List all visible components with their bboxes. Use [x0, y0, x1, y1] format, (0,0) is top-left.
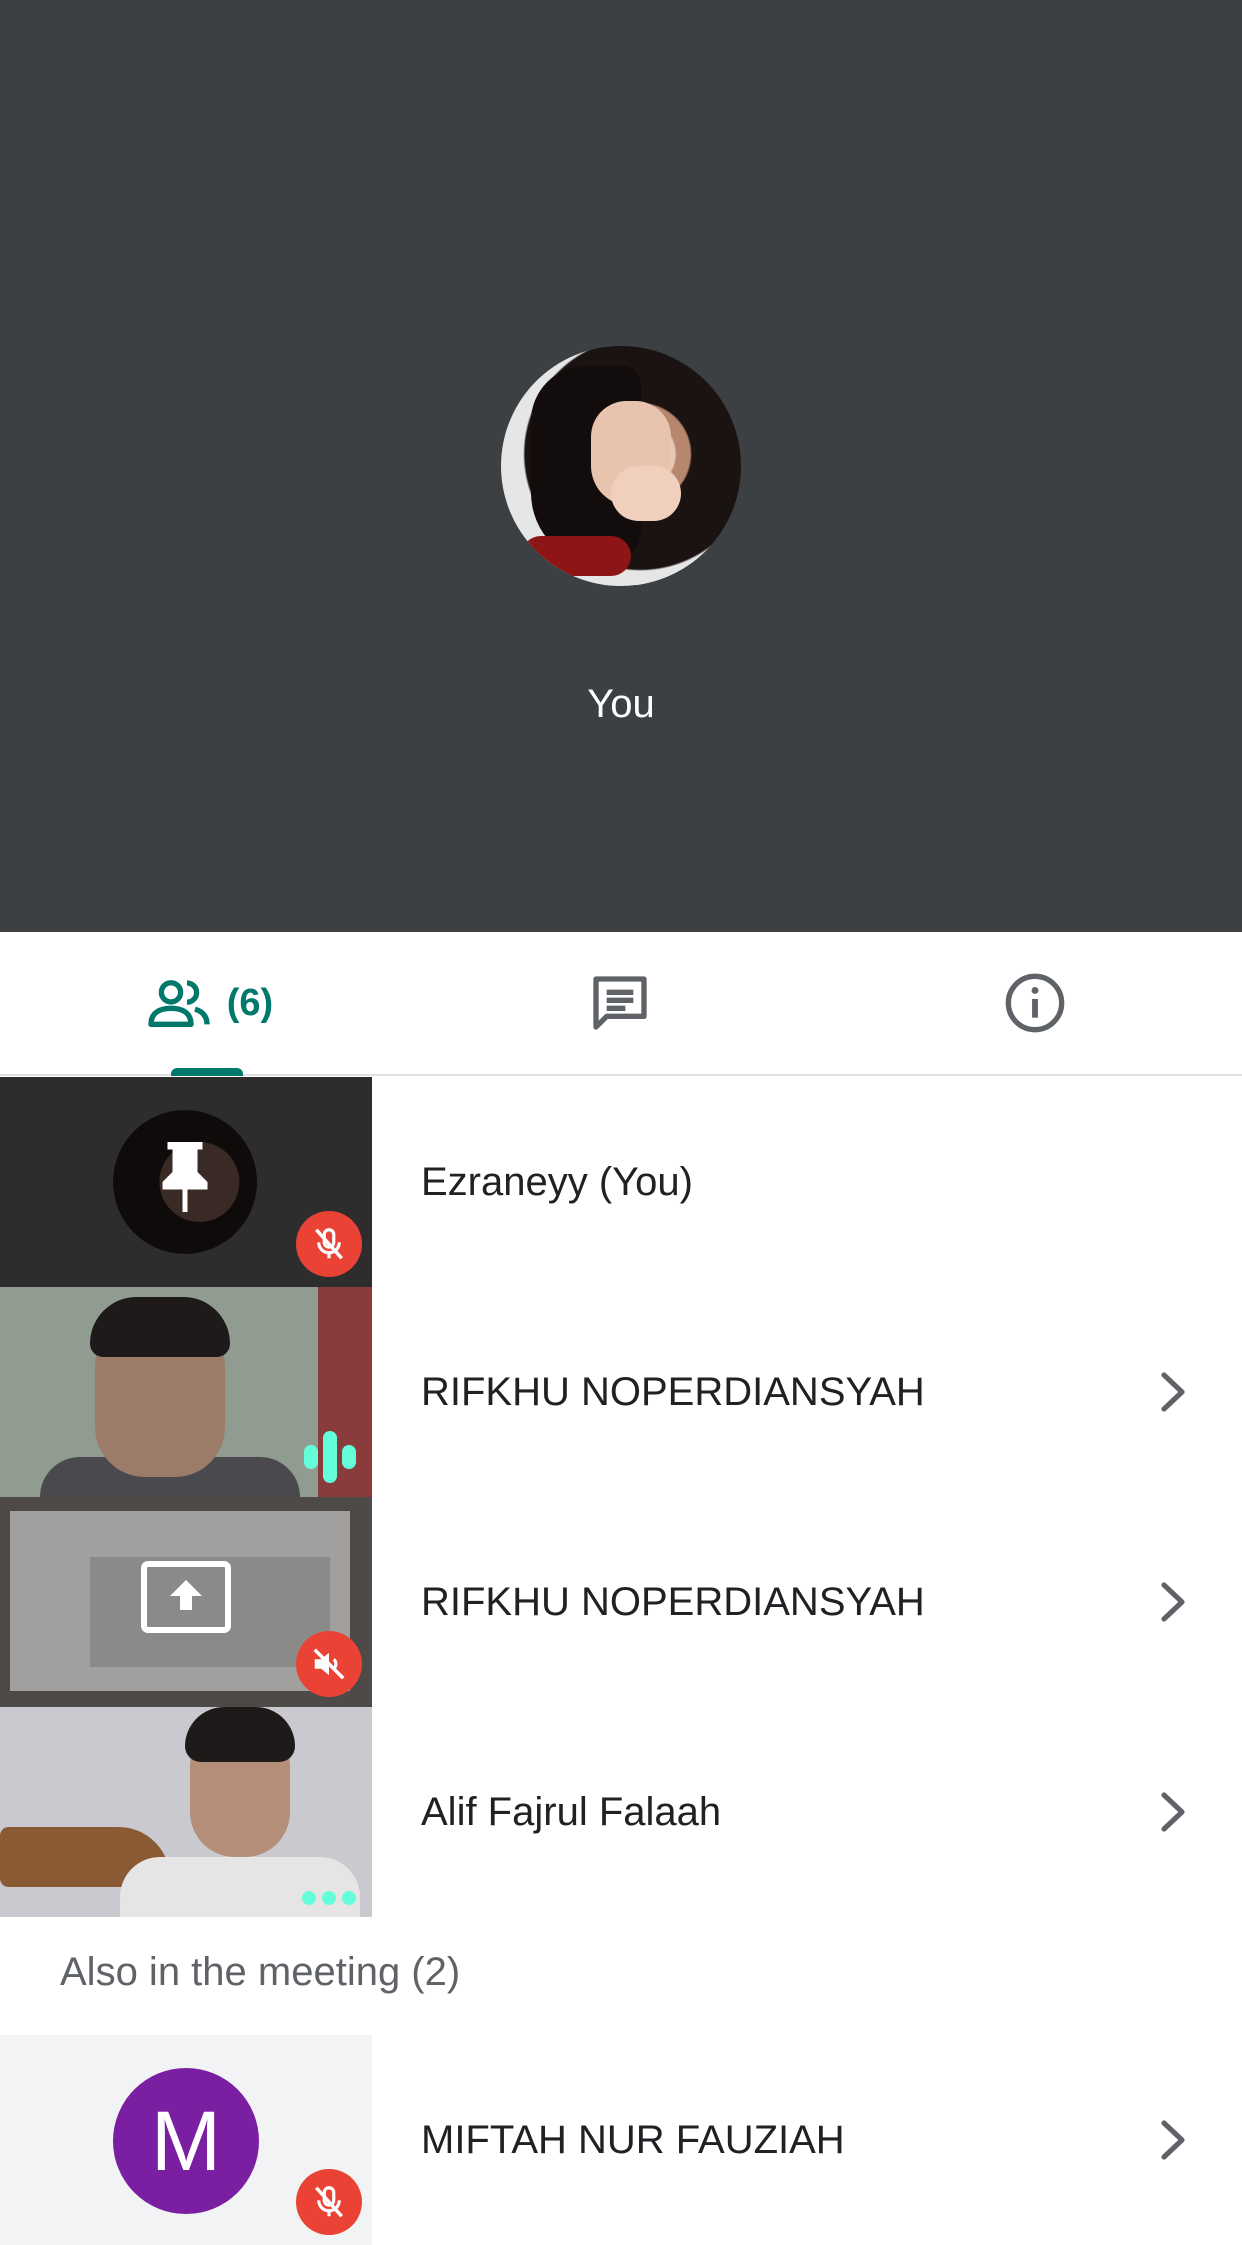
people-icon: [148, 980, 210, 1028]
mic-off-badge: [296, 1211, 362, 1277]
participant-name: Alif Fajrul Falaah: [421, 1789, 722, 1834]
participant-name: MIFTAH NUR FAUZIAH: [421, 2117, 845, 2162]
chevron-right-icon[interactable]: [1152, 1791, 1192, 1833]
participant-row[interactable]: Alif Fajrul Falaah: [0, 1707, 1242, 1917]
participant-thumbnail: [0, 1707, 372, 1917]
self-label: You: [587, 682, 655, 726]
participant-thumbnail: [0, 1497, 372, 1707]
mic-off-icon: [315, 2186, 343, 2218]
selected-tab-indicator: [171, 1068, 243, 1076]
self-avatar: [501, 346, 741, 586]
participant-name: RIFKHU NOPERDIANSYAH: [421, 1579, 925, 1624]
participant-name: RIFKHU NOPERDIANSYAH: [421, 1369, 925, 1414]
tab-bar: (6): [0, 932, 1242, 1076]
chevron-right-icon[interactable]: [1152, 2119, 1192, 2161]
participant-row[interactable]: RIFKHU NOPERDIANSYAH: [0, 1287, 1242, 1497]
participant-thumbnail: M: [0, 2035, 372, 2245]
present-screen-icon: [141, 1561, 231, 1633]
participant-row[interactable]: RIFKHU NOPERDIANSYAH: [0, 1497, 1242, 1707]
mic-off-icon: [315, 1228, 343, 1260]
volume-off-badge: [296, 1631, 362, 1697]
participant-name: Ezraneyy (You): [421, 1159, 693, 1204]
tab-people[interactable]: (6): [120, 932, 300, 1074]
avatar: M: [113, 2068, 259, 2214]
mic-off-badge: [296, 2169, 362, 2235]
participant-count: (6): [226, 981, 274, 1024]
self-video-view[interactable]: You: [0, 0, 1242, 932]
participant-row[interactable]: M MIFTAH NUR FAUZIAH: [0, 2035, 1242, 2245]
participant-thumbnail: [0, 1287, 372, 1497]
volume-off-icon: [313, 1648, 345, 1680]
chevron-right-icon[interactable]: [1152, 1371, 1192, 1413]
audio-level-icon: [304, 1431, 356, 1483]
participant-thumbnail: [0, 1077, 372, 1287]
pin-icon: [162, 1142, 208, 1212]
chevron-right-icon[interactable]: [1152, 1581, 1192, 1623]
tab-chat[interactable]: [560, 932, 680, 1074]
audio-dots-icon: [302, 1891, 356, 1905]
also-in-meeting-header: Also in the meeting (2): [60, 1950, 461, 1994]
info-icon: [1005, 973, 1065, 1033]
chat-icon: [593, 976, 647, 1030]
participant-row[interactable]: Ezraneyy (You): [0, 1077, 1242, 1287]
tab-info[interactable]: [975, 932, 1095, 1074]
